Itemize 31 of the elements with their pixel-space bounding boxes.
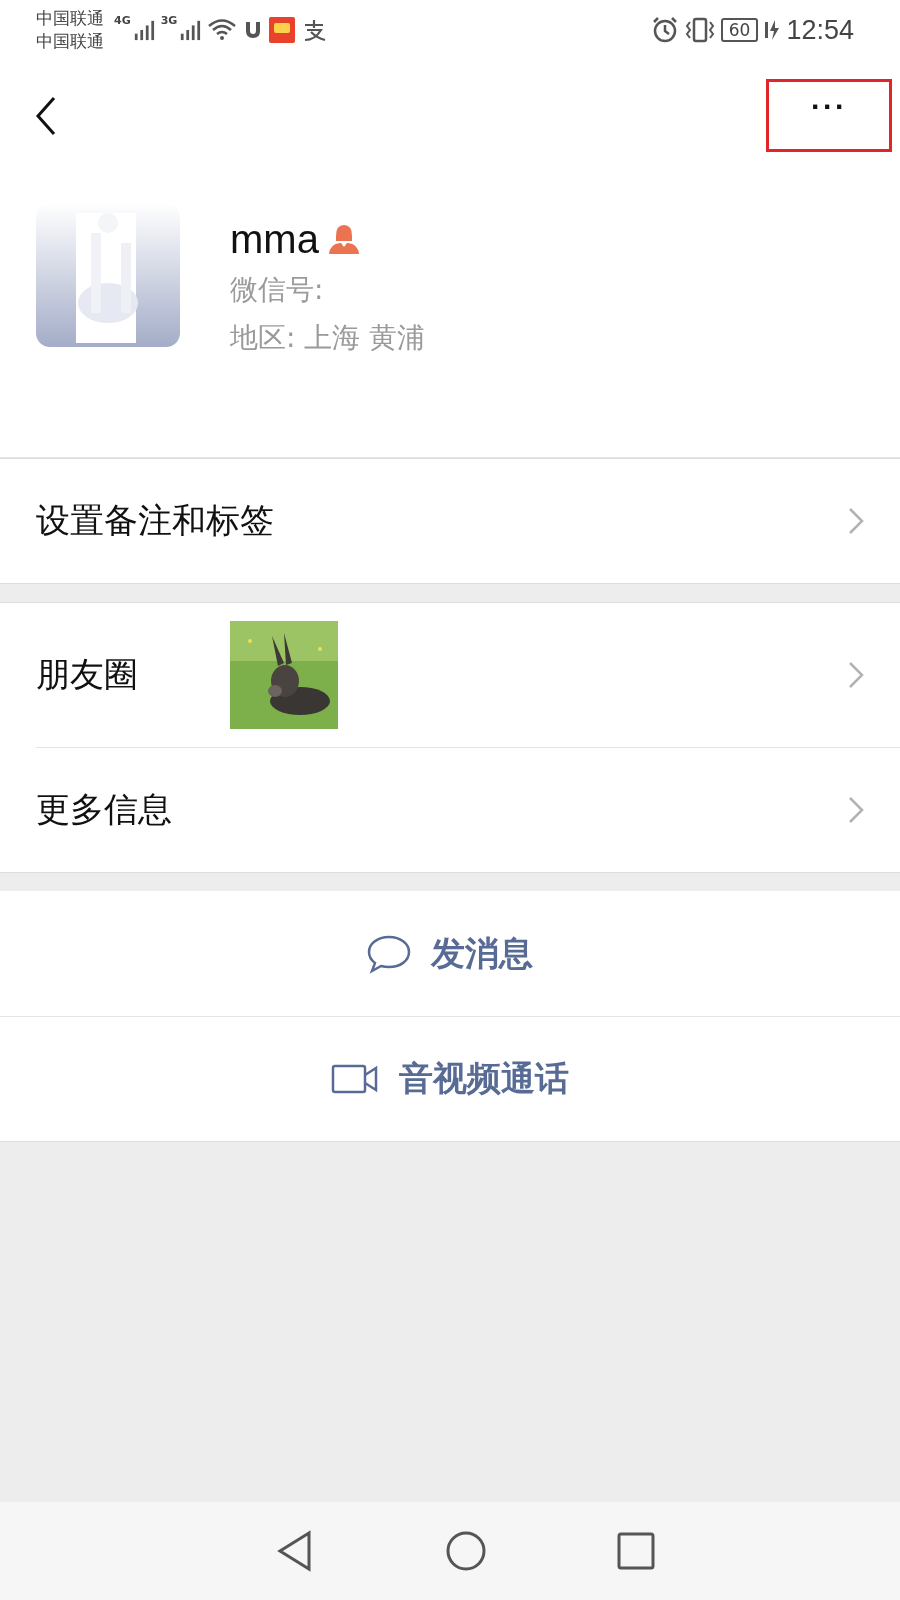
carrier-name: 中国联通	[36, 7, 104, 30]
menu-row[interactable]: 更多信息	[36, 747, 900, 872]
chat-bubble-icon	[367, 933, 411, 974]
clock-time: 12:54	[786, 14, 854, 46]
row-label: 更多信息	[36, 788, 173, 831]
region-text: 地区: 上海 黄浦	[230, 320, 426, 356]
wifi-icon	[207, 18, 238, 42]
network-type: 4G	[114, 14, 131, 27]
signal-icon	[179, 18, 202, 42]
wechat-id: 微信号:	[230, 272, 325, 308]
home-nav-icon[interactable]	[445, 1530, 487, 1572]
battery-indicator: 60	[720, 18, 759, 42]
video-camera-icon	[331, 1063, 379, 1095]
female-icon	[326, 222, 361, 256]
menu-row[interactable]: 朋友圈	[0, 603, 900, 747]
menu-row[interactable]: 设置备注和标签	[0, 459, 900, 583]
vibrate-icon	[684, 16, 715, 44]
charging-icon	[764, 18, 781, 42]
chevron-icon	[848, 796, 864, 824]
recents-nav-icon[interactable]	[617, 1532, 655, 1570]
app-icon	[269, 17, 296, 43]
contact-name: mma	[230, 217, 319, 261]
row-label: 设置备注和标签	[36, 499, 274, 542]
chevron-icon	[848, 507, 864, 535]
carrier-name: 中国联通	[36, 30, 104, 53]
network-type: 3G	[160, 14, 178, 27]
back-icon[interactable]	[34, 95, 58, 136]
signal-icon	[132, 18, 155, 42]
chevron-icon	[848, 661, 864, 689]
row-label: 朋友圈	[36, 653, 139, 696]
more-button[interactable]: ···	[766, 79, 892, 152]
